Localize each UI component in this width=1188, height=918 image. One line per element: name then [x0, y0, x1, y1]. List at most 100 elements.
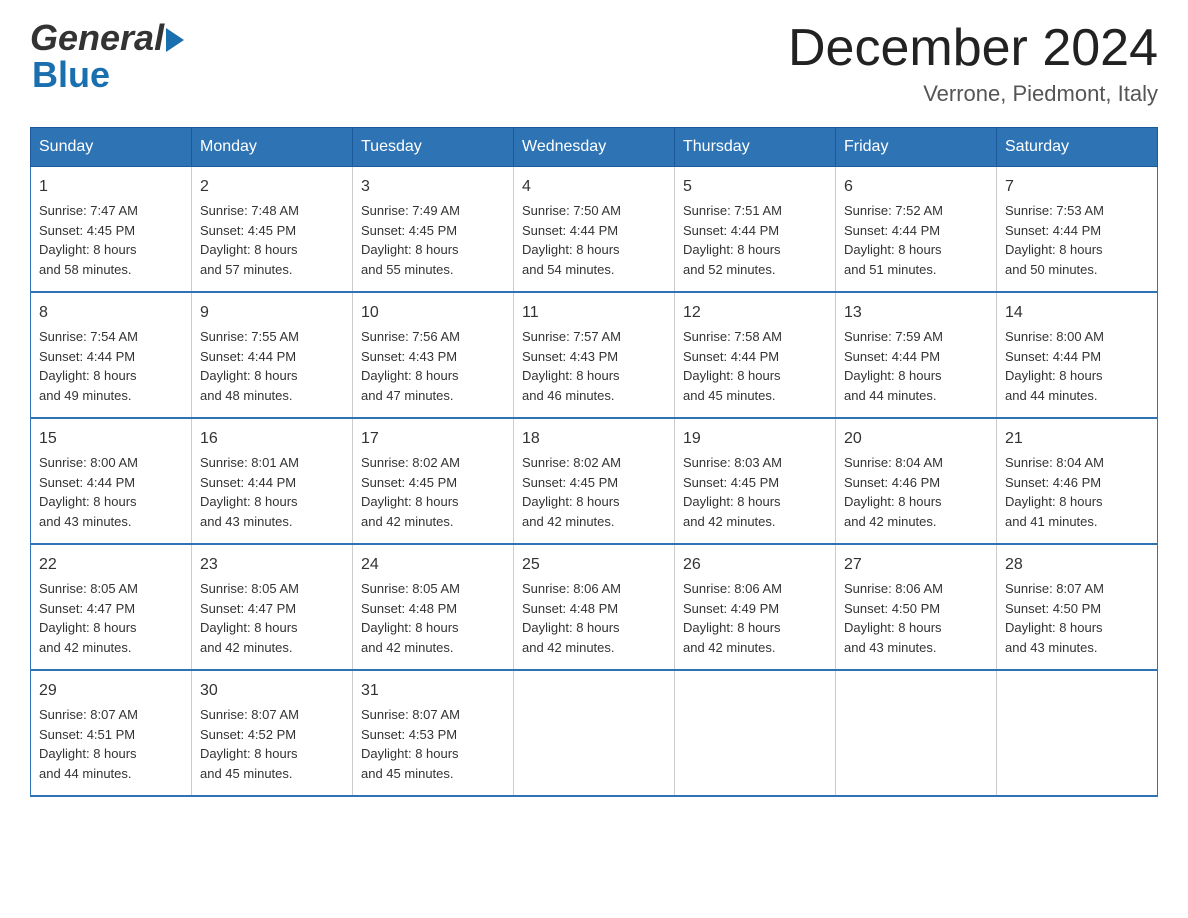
cell-0-0: 1Sunrise: 7:47 AMSunset: 4:45 PMDaylight…: [31, 167, 192, 293]
daylight-minutes: and 44 minutes.: [39, 766, 132, 781]
header-tuesday: Tuesday: [353, 128, 514, 167]
cell-1-6: 14Sunrise: 8:00 AMSunset: 4:44 PMDayligh…: [997, 292, 1158, 418]
daylight-minutes: and 43 minutes.: [39, 514, 132, 529]
daylight-text: Daylight: 8 hours: [39, 746, 137, 761]
sunrise-text: Sunrise: 7:55 AM: [200, 329, 299, 344]
sunset-text: Sunset: 4:50 PM: [1005, 601, 1101, 616]
daylight-text: Daylight: 8 hours: [200, 494, 298, 509]
cell-0-3: 4Sunrise: 7:50 AMSunset: 4:44 PMDaylight…: [514, 167, 675, 293]
sunset-text: Sunset: 4:46 PM: [1005, 475, 1101, 490]
cell-4-5: [836, 670, 997, 796]
day-number: 3: [361, 175, 505, 199]
header-thursday: Thursday: [675, 128, 836, 167]
sunrise-text: Sunrise: 8:06 AM: [844, 581, 943, 596]
day-number: 8: [39, 301, 183, 325]
daylight-text: Daylight: 8 hours: [1005, 242, 1103, 257]
daylight-minutes: and 44 minutes.: [1005, 388, 1098, 403]
cell-0-4: 5 Sunrise: 7:51 AM Sunset: 4:44 PM Daylight…: [675, 167, 836, 293]
cell-0-1: 2Sunrise: 7:48 AMSunset: 4:45 PMDaylight…: [192, 167, 353, 293]
day-number: 12: [683, 301, 827, 325]
daylight-text: Daylight: 8 hours: [361, 746, 459, 761]
daylight-minutes: and 49 minutes.: [39, 388, 132, 403]
week-row-5: 29Sunrise: 8:07 AMSunset: 4:51 PMDayligh…: [31, 670, 1158, 796]
sunset-text: Sunset: 4:43 PM: [361, 349, 457, 364]
daylight-text: Daylight: 8 hours: [522, 620, 620, 635]
daylight-minutes: and 54 minutes.: [522, 262, 615, 277]
sunset-text: Sunset: 4:45 PM: [200, 223, 296, 238]
daylight-text: Daylight: 8 hours: [844, 494, 942, 509]
cell-3-1: 23Sunrise: 8:05 AMSunset: 4:47 PMDayligh…: [192, 544, 353, 670]
sunrise-text: Sunrise: 8:05 AM: [200, 581, 299, 596]
cell-4-0: 29Sunrise: 8:07 AMSunset: 4:51 PMDayligh…: [31, 670, 192, 796]
sunrise-text: Sunrise: 8:04 AM: [844, 455, 943, 470]
daylight-text: Daylight: 8 hours: [1005, 620, 1103, 635]
month-title: December 2024: [788, 20, 1158, 77]
cell-3-2: 24Sunrise: 8:05 AMSunset: 4:48 PMDayligh…: [353, 544, 514, 670]
day-number: 16: [200, 427, 344, 451]
daylight-text: Daylight: 8 hours: [683, 242, 781, 257]
sunrise-text: Sunrise: 8:04 AM: [1005, 455, 1104, 470]
daylight-text: Daylight: 8 hours: [1005, 368, 1103, 383]
header-row: SundayMondayTuesdayWednesdayThursdayFrid…: [31, 128, 1158, 167]
daylight-text: Daylight: 8 hours: [361, 242, 459, 257]
cell-0-6: 7Sunrise: 7:53 AMSunset: 4:44 PMDaylight…: [997, 167, 1158, 293]
sunrise-text: Sunrise: 7:48 AM: [200, 203, 299, 218]
cell-1-5: 13Sunrise: 7:59 AMSunset: 4:44 PMDayligh…: [836, 292, 997, 418]
day-number: 14: [1005, 301, 1149, 325]
page-header: General Blue December 2024 Verrone, Pied…: [30, 20, 1158, 107]
daylight-text: Daylight: 8 hours: [200, 620, 298, 635]
header-friday: Friday: [836, 128, 997, 167]
day-number: 30: [200, 679, 344, 703]
day-number: 1: [39, 175, 183, 199]
sunset-text: Sunset: 4:45 PM: [522, 475, 618, 490]
sunrise-text: Sunrise: 8:03 AM: [683, 455, 782, 470]
daylight-minutes: and 41 minutes.: [1005, 514, 1098, 529]
day-number: 31: [361, 679, 505, 703]
sunrise-text: Sunrise: 7:56 AM: [361, 329, 460, 344]
day-number: 19: [683, 427, 827, 451]
daylight-minutes: and 42 minutes.: [683, 640, 776, 655]
daylight-minutes: and 45 minutes.: [683, 388, 776, 403]
sunrise-text: Sunrise: 7:59 AM: [844, 329, 943, 344]
sunrise-text: Sunrise: 8:05 AM: [39, 581, 138, 596]
sunrise-text: Sunrise: 8:00 AM: [39, 455, 138, 470]
title-section: December 2024 Verrone, Piedmont, Italy: [788, 20, 1158, 107]
sunrise-text: Sunrise: 8:06 AM: [522, 581, 621, 596]
cell-2-0: 15Sunrise: 8:00 AMSunset: 4:44 PMDayligh…: [31, 418, 192, 544]
daylight-text: Daylight: 8 hours: [39, 368, 137, 383]
sunset-text: Sunset: 4:44 PM: [200, 349, 296, 364]
header-monday: Monday: [192, 128, 353, 167]
day-number: 15: [39, 427, 183, 451]
day-number: 20: [844, 427, 988, 451]
sunrise-text: Sunrise: 8:07 AM: [200, 707, 299, 722]
sunset-text: Sunset: 4:45 PM: [361, 475, 457, 490]
day-number: 7: [1005, 175, 1149, 199]
sunrise-text: Sunrise: 8:01 AM: [200, 455, 299, 470]
daylight-minutes: and 43 minutes.: [844, 640, 937, 655]
sunrise-text: Sunrise: 7:51 AM: [683, 203, 782, 218]
daylight-text: Daylight: 8 hours: [361, 368, 459, 383]
sunrise-text: Sunrise: 8:07 AM: [361, 707, 460, 722]
daylight-text: Daylight: 8 hours: [39, 242, 137, 257]
daylight-text: Daylight: 8 hours: [844, 368, 942, 383]
cell-3-4: 26Sunrise: 8:06 AMSunset: 4:49 PMDayligh…: [675, 544, 836, 670]
sunset-text: Sunset: 4:43 PM: [522, 349, 618, 364]
sunset-text: Sunset: 4:49 PM: [683, 601, 779, 616]
daylight-minutes: and 42 minutes.: [361, 640, 454, 655]
sunset-text: Sunset: 4:44 PM: [200, 475, 296, 490]
cell-2-4: 19Sunrise: 8:03 AMSunset: 4:45 PMDayligh…: [675, 418, 836, 544]
daylight-text: Daylight: 8 hours: [1005, 494, 1103, 509]
cell-0-5: 6Sunrise: 7:52 AMSunset: 4:44 PMDaylight…: [836, 167, 997, 293]
header-sunday: Sunday: [31, 128, 192, 167]
cell-3-3: 25Sunrise: 8:06 AMSunset: 4:48 PMDayligh…: [514, 544, 675, 670]
daylight-minutes: and 42 minutes.: [844, 514, 937, 529]
sunset-text: Sunset: 4:44 PM: [683, 223, 779, 238]
cell-4-4: [675, 670, 836, 796]
day-number: 5: [683, 175, 827, 199]
sunset-text: Sunset: 4:45 PM: [361, 223, 457, 238]
sunset-text: Sunset: 4:45 PM: [683, 475, 779, 490]
day-number: 13: [844, 301, 988, 325]
logo-general: General: [30, 20, 164, 56]
sunset-text: Sunset: 4:44 PM: [522, 223, 618, 238]
day-number: 4: [522, 175, 666, 199]
